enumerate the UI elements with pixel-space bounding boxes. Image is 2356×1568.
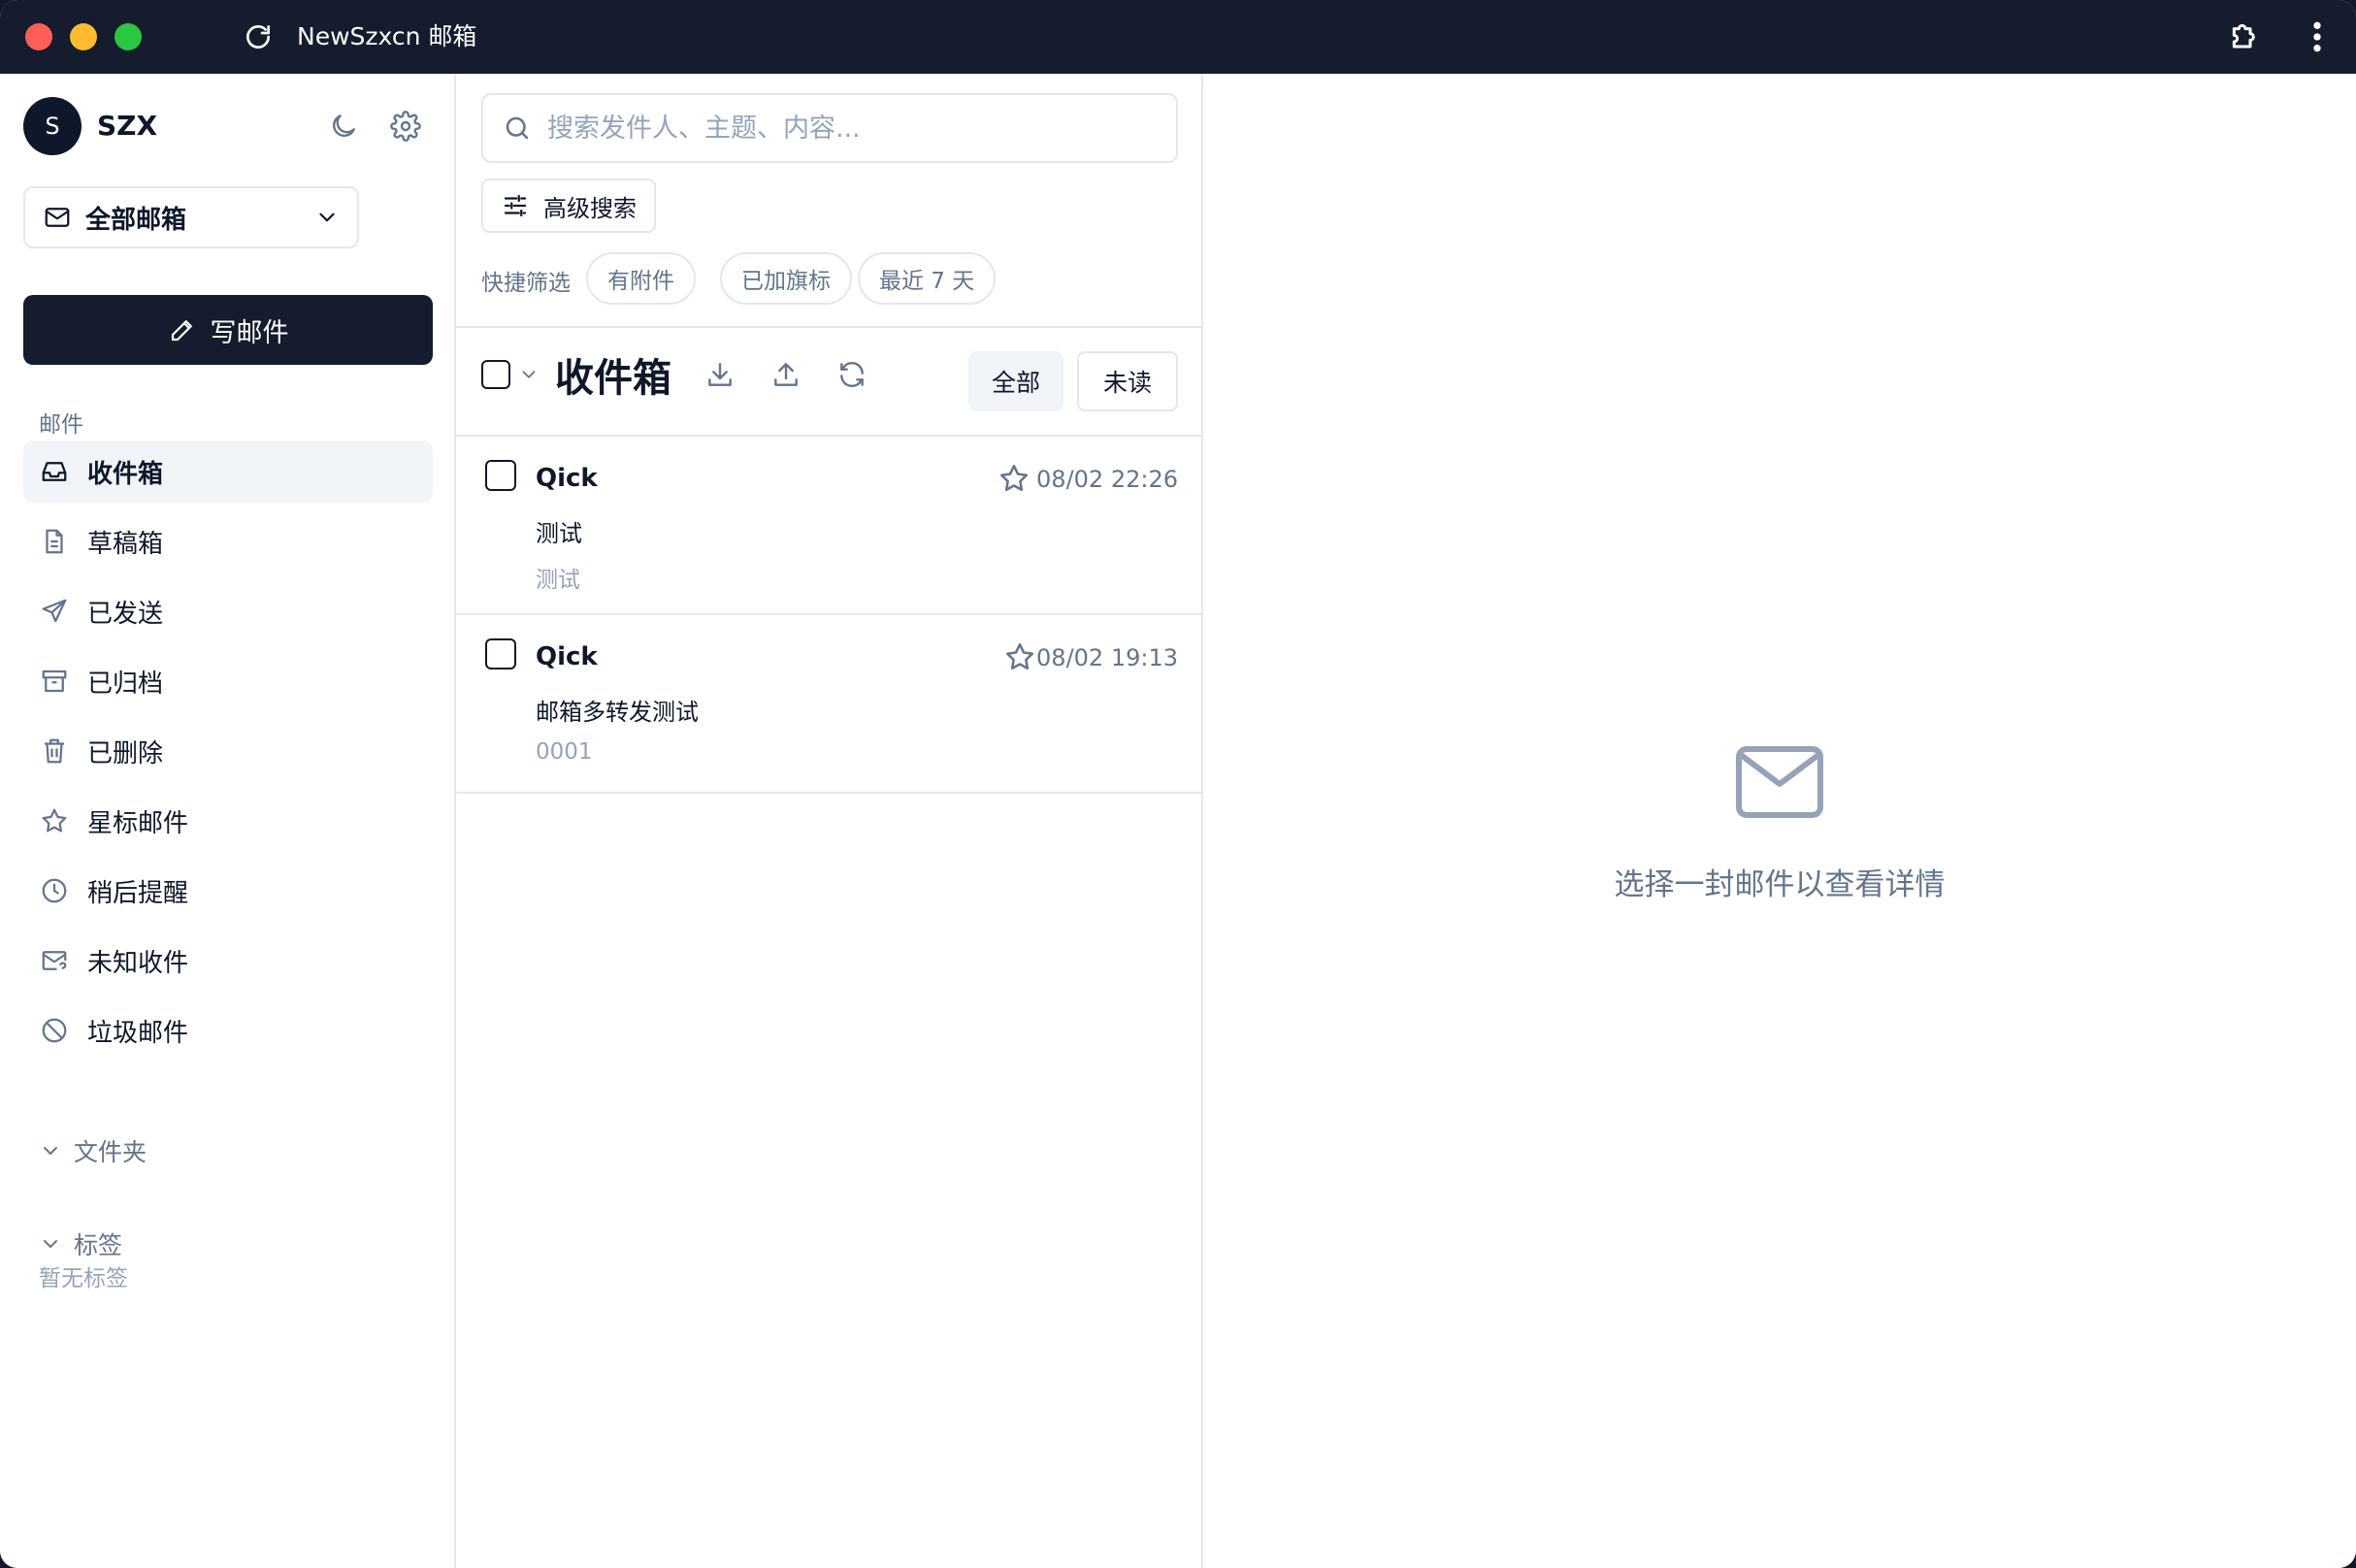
chevron-down-icon: [44, 1147, 57, 1155]
sidebar-item-label: 稍后提醒: [87, 878, 189, 908]
sidebar-item-spam[interactable]: 垃圾邮件: [23, 999, 433, 1062]
chip-attachments[interactable]: 有附件: [586, 252, 696, 305]
close-window-button[interactable]: [25, 23, 52, 50]
search-icon: [506, 116, 529, 140]
email-checkbox[interactable]: [485, 460, 516, 491]
avatar[interactable]: S: [23, 97, 82, 155]
search-input[interactable]: [547, 113, 1129, 144]
email-sender: Qick: [536, 464, 598, 493]
dark-mode-toggle[interactable]: [324, 107, 363, 146]
email-row[interactable]: Qick 08/02 22:26 测试 测试: [456, 437, 1203, 615]
settings-button[interactable]: [386, 107, 425, 146]
compose-label: 写邮件: [210, 317, 289, 348]
sidebar-item-inbox[interactable]: 收件箱: [23, 441, 433, 503]
gear-icon: [390, 111, 421, 142]
star-icon[interactable]: [1003, 640, 1036, 673]
folders-label: 文件夹: [74, 1138, 147, 1166]
sidebar-item-label: 草稿箱: [87, 529, 164, 559]
empty-state-text: 选择一封邮件以查看详情: [1614, 867, 1946, 902]
no-tags-text: 暂无标签: [39, 1266, 128, 1291]
email-preview: 测试: [536, 568, 580, 593]
tags-label: 标签: [74, 1231, 123, 1259]
email-row[interactable]: Qick 08/02 19:13 邮箱多转发测试 0001: [456, 615, 1203, 794]
folders-toggle[interactable]: 文件夹: [39, 1133, 147, 1168]
advanced-search-label: 高级搜索: [543, 194, 637, 222]
tags-toggle[interactable]: 标签: [39, 1226, 122, 1261]
upload-button[interactable]: [769, 357, 803, 392]
chevron-down-icon[interactable]: [518, 364, 540, 385]
download-icon: [708, 363, 732, 386]
sliders-icon: [504, 194, 527, 217]
download-button[interactable]: [703, 357, 737, 392]
email-list-pane: 高级搜索 快捷筛选 有附件 已加旗标 最近 7 天 收件箱 全部 未读 Qic: [456, 74, 1203, 1568]
more-menu-icon[interactable]: [2307, 17, 2327, 56]
email-subject: 邮箱多转发测试: [536, 699, 699, 726]
sidebar-item-starred[interactable]: 星标邮件: [23, 790, 433, 852]
sidebar-item-label: 已归档: [87, 669, 164, 699]
sidebar-item-archived[interactable]: 已归档: [23, 650, 433, 712]
sidebar-item-label: 收件箱: [87, 459, 164, 489]
sidebar-item-snoozed[interactable]: 稍后提醒: [23, 860, 433, 922]
chip-flagged[interactable]: 已加旗标: [720, 252, 852, 305]
filter-unread-button[interactable]: 未读: [1077, 351, 1178, 411]
email-date: 08/02 19:13: [1036, 644, 1178, 671]
upload-icon: [774, 363, 798, 386]
mail-section-label: 邮件: [39, 412, 83, 438]
sidebar-item-deleted[interactable]: 已删除: [23, 720, 433, 782]
sidebar-item-label: 未知收件: [87, 948, 189, 978]
filter-all-button[interactable]: 全部: [968, 351, 1063, 411]
select-all-checkbox[interactable]: [481, 360, 510, 389]
envelope-icon: [1736, 746, 1823, 818]
maximize-window-button[interactable]: [115, 23, 142, 50]
sidebar-item-drafts[interactable]: 草稿箱: [23, 510, 433, 572]
window-title: NewSzxcn 邮箱: [297, 22, 477, 50]
chip-last-7-days[interactable]: 最近 7 天: [858, 252, 997, 305]
email-sender: Qick: [536, 642, 598, 671]
sidebar-item-label: 已删除: [87, 738, 164, 768]
spam-icon: [42, 1018, 67, 1043]
list-toolbar: 收件箱: [481, 343, 1178, 406]
extension-icon[interactable]: [2226, 17, 2265, 56]
search-box[interactable]: [481, 93, 1178, 163]
chevron-down-icon: [44, 1240, 57, 1248]
email-checkbox[interactable]: [485, 638, 516, 670]
mailbox-select-label: 全部邮箱: [85, 205, 187, 235]
clock-icon: [42, 878, 67, 903]
refresh-icon: [840, 361, 864, 388]
chevron-down-icon: [319, 212, 335, 222]
sidebar-item-label: 星标邮件: [87, 808, 189, 838]
star-icon[interactable]: [998, 462, 1031, 495]
refresh-button[interactable]: [834, 357, 869, 392]
pencil-icon: [171, 320, 192, 342]
sidebar-item-label: 垃圾邮件: [87, 1018, 189, 1048]
send-icon: [42, 599, 67, 623]
list-title: 收件箱: [555, 356, 671, 401]
archive-icon: [42, 670, 67, 693]
divider: [456, 326, 1203, 328]
inbox-icon: [42, 462, 67, 481]
username: SZX: [97, 110, 158, 142]
unknown-mail-icon: [42, 951, 67, 970]
compose-button[interactable]: 写邮件: [23, 295, 433, 365]
trash-icon: [45, 738, 64, 764]
minimize-window-button[interactable]: [70, 23, 97, 50]
quick-filter-label: 快捷筛选: [481, 271, 571, 296]
email-subject: 测试: [536, 520, 582, 547]
advanced-search-button[interactable]: 高级搜索: [481, 179, 656, 233]
draft-icon: [46, 529, 63, 554]
app-window: NewSzxcn 邮箱 S SZX 全部邮箱 写邮件 邮件 收件箱 草稿箱 已发…: [0, 0, 2356, 1568]
mail-icon: [45, 208, 70, 227]
email-preview: 0001: [536, 739, 593, 765]
email-date: 08/02 22:26: [1036, 466, 1178, 493]
title-bar: NewSzxcn 邮箱: [0, 0, 2356, 74]
sidebar-item-unknown[interactable]: 未知收件: [23, 930, 433, 992]
star-icon: [42, 808, 67, 833]
sidebar: S SZX 全部邮箱 写邮件 邮件 收件箱 草稿箱 已发送 已归档 已删除 星标…: [0, 74, 456, 1568]
sidebar-item-sent[interactable]: 已发送: [23, 580, 433, 642]
reload-icon[interactable]: [243, 21, 274, 52]
sidebar-item-label: 已发送: [87, 599, 164, 629]
mailbox-select[interactable]: 全部邮箱: [23, 186, 359, 248]
email-detail-pane: 选择一封邮件以查看详情: [1203, 74, 2356, 1568]
moon-icon: [333, 114, 355, 137]
